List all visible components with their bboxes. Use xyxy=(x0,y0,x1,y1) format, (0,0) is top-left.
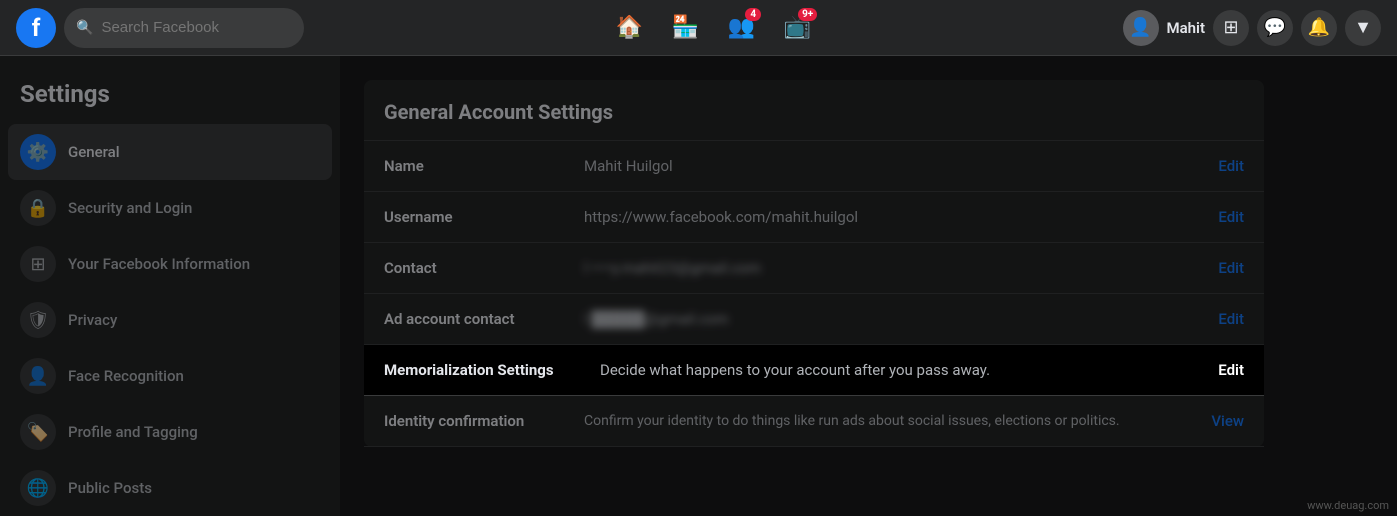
sidebar-item-face-recognition[interactable]: 👤 Face Recognition xyxy=(8,348,332,404)
tag-icon: 🏷️ xyxy=(20,414,56,450)
user-name: Mahit xyxy=(1167,19,1206,37)
sidebar-item-label: Your Facebook Information xyxy=(68,255,250,273)
notifications-button[interactable]: 🔔 xyxy=(1301,10,1337,46)
friends-nav-button[interactable]: 👥 4 xyxy=(717,4,765,52)
contact-edit-button[interactable]: Edit xyxy=(1218,259,1244,277)
sidebar-item-label: Public Posts xyxy=(68,479,152,497)
sidebar-item-label: Privacy xyxy=(68,311,117,329)
memorialization-edit-button[interactable]: Edit xyxy=(1218,361,1244,379)
search-icon: 🔍 xyxy=(76,20,93,36)
identity-row: Identity confirmation Confirm your ident… xyxy=(364,396,1264,447)
memorialization-label: Memorialization Settings xyxy=(384,361,584,379)
name-edit-button[interactable]: Edit xyxy=(1218,157,1244,175)
account-menu-button[interactable]: ▼ xyxy=(1345,10,1381,46)
home-nav-button[interactable]: 🏠 xyxy=(605,4,653,52)
sidebar-item-label: Face Recognition xyxy=(68,367,184,385)
sidebar-item-label: Profile and Tagging xyxy=(68,423,198,441)
home-icon: 🏠 xyxy=(616,15,643,40)
ad-contact-edit-button[interactable]: Edit xyxy=(1218,310,1244,328)
settings-panel: General Account Settings Name Mahit Huil… xyxy=(364,80,1264,447)
facebook-logo[interactable]: f xyxy=(16,8,56,48)
sidebar-title: Settings xyxy=(8,72,332,124)
user-profile-button[interactable]: 👤 Mahit xyxy=(1123,10,1206,46)
ad-contact-label: Ad account contact xyxy=(384,310,584,328)
search-bar[interactable]: 🔍 xyxy=(64,8,304,48)
memorialization-row: Memorialization Settings Decide what hap… xyxy=(364,345,1264,396)
sidebar-item-general[interactable]: ⚙️ General xyxy=(8,124,332,180)
identity-description: Confirm your identity to do things like … xyxy=(584,413,1211,429)
main-content: General Account Settings Name Mahit Huil… xyxy=(340,56,1397,516)
face-icon: 👤 xyxy=(20,358,56,394)
name-value: Mahit Huilgol xyxy=(584,157,1218,175)
marketplace-nav-button[interactable]: 🏪 xyxy=(661,4,709,52)
avatar: 👤 xyxy=(1123,10,1159,46)
friends-badge: 4 xyxy=(745,8,761,21)
username-edit-button[interactable]: Edit xyxy=(1218,208,1244,226)
contact-row: Contact l ••••y.mahit23@gmail.com Edit xyxy=(364,243,1264,294)
identity-view-button[interactable]: View xyxy=(1211,412,1244,430)
globe-icon: 🌐 xyxy=(20,470,56,506)
sidebar-item-label: General xyxy=(68,143,120,161)
sidebar-item-facebook-info[interactable]: ⊞ Your Facebook Information xyxy=(8,236,332,292)
grid-menu-button[interactable]: ⊞ xyxy=(1213,10,1249,46)
top-navigation: f 🔍 🏠 🏪 👥 4 📺 9+ 👤 Mahit ⊞ 💬 🔔 ▼ xyxy=(0,0,1397,56)
contact-label: Contact xyxy=(384,259,584,277)
watermark: www.deuag.com xyxy=(1307,499,1389,512)
username-value: https://www.facebook.com/mahit.huilgol xyxy=(584,208,1218,226)
sidebar-item-public-posts[interactable]: 🌐 Public Posts xyxy=(8,460,332,516)
search-input[interactable] xyxy=(101,19,292,36)
panel-title: General Account Settings xyxy=(364,80,1264,141)
memorialization-description: Decide what happens to your account afte… xyxy=(600,361,1218,379)
name-row: Name Mahit Huilgol Edit xyxy=(364,141,1264,192)
store-icon: 🏪 xyxy=(672,15,699,40)
settings-sidebar: Settings ⚙️ General 🔒 Security and Login… xyxy=(0,56,340,516)
messenger-button[interactable]: 💬 xyxy=(1257,10,1293,46)
sidebar-item-privacy[interactable]: 🛡 Privacy xyxy=(8,292,332,348)
sidebar-item-profile-tagging[interactable]: 🏷️ Profile and Tagging xyxy=(8,404,332,460)
shield-icon: 🛡 xyxy=(20,302,56,338)
sidebar-item-security[interactable]: 🔒 Security and Login xyxy=(8,180,332,236)
gear-icon: ⚙️ xyxy=(20,134,56,170)
watch-nav-button[interactable]: 📺 9+ xyxy=(773,4,821,52)
username-row: Username https://www.facebook.com/mahit.… xyxy=(364,192,1264,243)
identity-label: Identity confirmation xyxy=(384,412,584,430)
ad-contact-row: Ad account contact l █████@gmail.com Edi… xyxy=(364,294,1264,345)
ad-contact-value: l █████@gmail.com xyxy=(584,310,1218,328)
username-label: Username xyxy=(384,208,584,226)
sidebar-item-label: Security and Login xyxy=(68,199,192,217)
watch-badge: 9+ xyxy=(798,8,817,21)
page-body: Settings ⚙️ General 🔒 Security and Login… xyxy=(0,0,1397,516)
lock-icon: 🔒 xyxy=(20,190,56,226)
name-label: Name xyxy=(384,157,584,175)
nav-center-icons: 🏠 🏪 👥 4 📺 9+ xyxy=(304,4,1123,52)
contact-value: l ••••y.mahit23@gmail.com xyxy=(584,259,1218,277)
nav-right-section: 👤 Mahit ⊞ 💬 🔔 ▼ xyxy=(1123,10,1382,46)
grid-icon: ⊞ xyxy=(20,246,56,282)
